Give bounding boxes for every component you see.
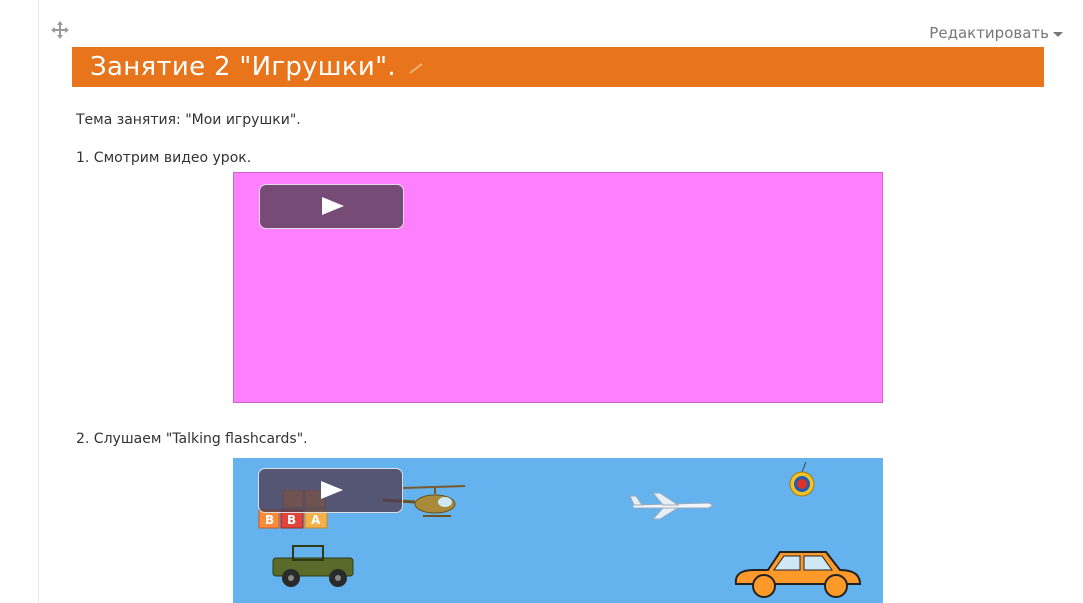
edit-menu[interactable]: Редактировать bbox=[929, 24, 1063, 42]
section-title: Занятие 2 "Игрушки". bbox=[90, 52, 396, 82]
edit-menu-label[interactable]: Редактировать bbox=[929, 24, 1049, 42]
caret-down-icon[interactable] bbox=[1053, 31, 1063, 37]
toy-car-illustration bbox=[728, 544, 868, 602]
play-button[interactable] bbox=[259, 184, 404, 229]
play-icon bbox=[321, 481, 343, 499]
jeep-illustration bbox=[263, 540, 373, 590]
section-title-bar: Занятие 2 "Игрушки". bbox=[72, 47, 1044, 87]
play-button[interactable] bbox=[258, 468, 403, 513]
video-player-1[interactable] bbox=[233, 172, 883, 403]
topic-text: Тема занятия: "Мои игрушки". bbox=[76, 112, 301, 128]
block-letter: B bbox=[287, 513, 296, 527]
airplane-illustration bbox=[628, 491, 718, 521]
step2-text: 2. Слушаем "Talking flashcards". bbox=[76, 431, 308, 447]
step1-text: 1. Смотрим видео урок. bbox=[76, 150, 252, 166]
block-letter: A bbox=[311, 513, 321, 527]
video-player-2[interactable]: B B A bbox=[233, 458, 883, 603]
pencil-icon[interactable] bbox=[408, 59, 424, 75]
play-icon bbox=[322, 197, 344, 215]
move-icon[interactable] bbox=[50, 20, 70, 40]
content-left-border bbox=[38, 0, 39, 603]
yoyo-illustration bbox=[788, 461, 818, 502]
block-letter: B bbox=[265, 513, 274, 527]
